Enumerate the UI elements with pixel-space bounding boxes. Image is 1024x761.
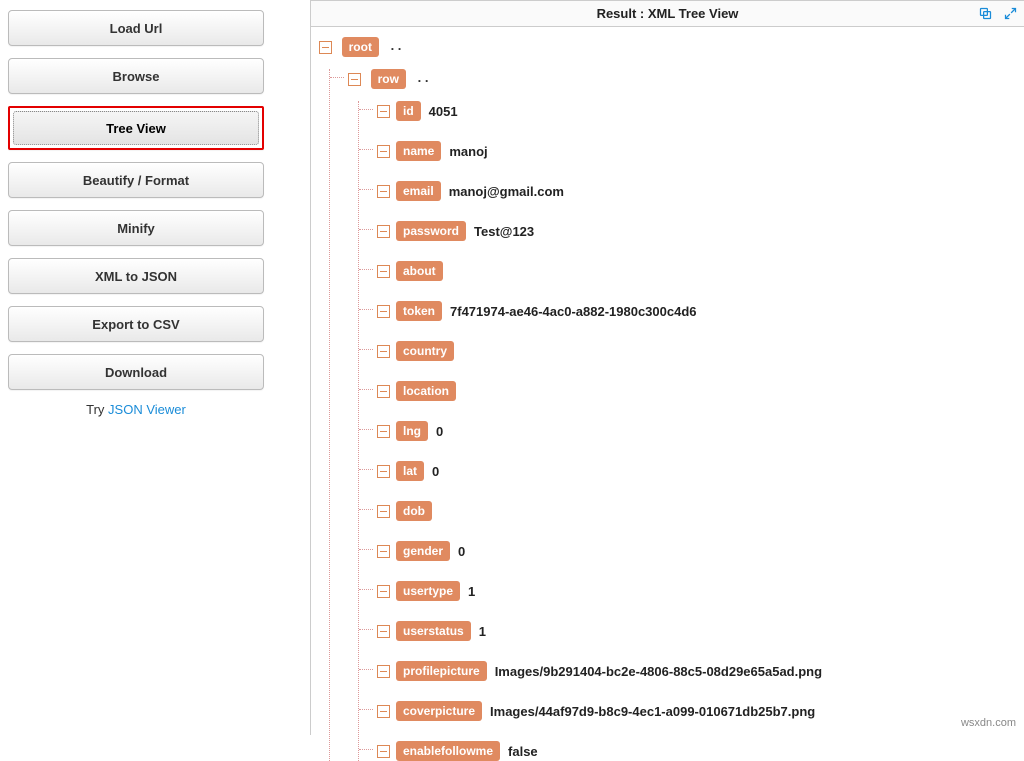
load-url-button[interactable]: Load Url <box>8 10 264 46</box>
tag-userstatus: userstatus <box>396 621 471 641</box>
tag-country: country <box>396 341 454 361</box>
watermark: wsxdn.com <box>961 717 1016 729</box>
tag-enablefollowme: enablefollowme <box>396 741 500 761</box>
tree-field-node: userstatus 1 <box>377 621 1024 641</box>
toggle-icon[interactable] <box>377 385 390 398</box>
tree-field-node: password Test@123 <box>377 221 1024 241</box>
expand-icon[interactable] <box>1003 6 1018 21</box>
toggle-icon[interactable] <box>377 105 390 118</box>
tree-field-node: lng 0 <box>377 421 1024 441</box>
ellipsis: . . <box>391 38 402 53</box>
tag-coverpicture: coverpicture <box>396 701 482 721</box>
export-to-csv-button[interactable]: Export to CSV <box>8 306 264 342</box>
try-json-viewer: Try JSON Viewer <box>8 402 264 417</box>
minify-button[interactable]: Minify <box>8 210 264 246</box>
tree-field-node: dob <box>377 501 1024 521</box>
tag-about: about <box>396 261 443 281</box>
sidebar: Load Url Browse Tree View Beautify / For… <box>8 10 264 417</box>
toggle-icon[interactable] <box>377 225 390 238</box>
tree-field-node: gender 0 <box>377 541 1024 561</box>
tree-field-node: profilepicture Images/9b291404-bc2e-4806-… <box>377 661 1024 681</box>
tag-email: email <box>396 181 441 201</box>
value-usertype: 1 <box>468 584 475 599</box>
value-lng: 0 <box>436 424 443 439</box>
tag-usertype: usertype <box>396 581 460 601</box>
xml-tree: root . . row . . id 4051 name manoj email man… <box>311 27 1024 761</box>
json-viewer-link[interactable]: JSON Viewer <box>108 402 186 417</box>
tree-view-button[interactable]: Tree View <box>13 111 259 145</box>
value-name: manoj <box>449 144 487 159</box>
value-coverpicture: Images/44af97d9-b8c9-4ec1-a099-010671db2… <box>490 704 815 719</box>
tree-field-node: country <box>377 341 1024 361</box>
value-password: Test@123 <box>474 224 534 239</box>
tag-token: token <box>396 301 442 321</box>
tag-dob: dob <box>396 501 432 521</box>
tree-field-node: coverpicture Images/44af97d9-b8c9-4ec1-a0… <box>377 701 1024 721</box>
value-email: manoj@gmail.com <box>449 184 564 199</box>
result-title: Result : XML Tree View <box>597 6 739 21</box>
toggle-icon[interactable] <box>377 745 390 758</box>
tag-password: password <box>396 221 466 241</box>
toggle-icon[interactable] <box>377 625 390 638</box>
toggle-icon[interactable] <box>377 705 390 718</box>
value-lat: 0 <box>432 464 439 479</box>
toggle-icon[interactable] <box>377 345 390 358</box>
tag-lat: lat <box>396 461 424 481</box>
toggle-icon[interactable] <box>348 73 361 86</box>
value-userstatus: 1 <box>479 624 486 639</box>
tree-field-node: location <box>377 381 1024 401</box>
tag-location: location <box>396 381 456 401</box>
tree-field-node: about <box>377 261 1024 281</box>
tree-root-node: root . . row . . id 4051 name manoj email man… <box>319 37 1024 761</box>
toggle-icon[interactable] <box>319 41 332 54</box>
tag-id: id <box>396 101 421 121</box>
value-token: 7f471974-ae46-4ac0-a882-1980c300c4d6 <box>450 304 697 319</box>
result-header: Result : XML Tree View <box>311 1 1024 27</box>
toggle-icon[interactable] <box>377 305 390 318</box>
tag-row: row <box>371 69 406 89</box>
toggle-icon[interactable] <box>377 585 390 598</box>
tag-root: root <box>342 37 379 57</box>
tag-name: name <box>396 141 441 161</box>
tree-field-node: id 4051 <box>377 101 1024 121</box>
toggle-icon[interactable] <box>377 265 390 278</box>
tree-field-node: lat 0 <box>377 461 1024 481</box>
tag-gender: gender <box>396 541 450 561</box>
tree-field-node: enablefollowme false <box>377 741 1024 761</box>
value-enablefollowme: false <box>508 744 538 759</box>
browse-button[interactable]: Browse <box>8 58 264 94</box>
result-panel: Result : XML Tree View root . . row . . … <box>310 0 1024 735</box>
download-button[interactable]: Download <box>8 354 264 390</box>
toggle-icon[interactable] <box>377 545 390 558</box>
tree-field-node: name manoj <box>377 141 1024 161</box>
toggle-icon[interactable] <box>377 505 390 518</box>
value-profilepicture: Images/9b291404-bc2e-4806-88c5-08d29e65a… <box>495 664 822 679</box>
tree-row-node: row . . id 4051 name manoj email manoj@gmail.… <box>348 69 1024 761</box>
ellipsis: . . <box>418 70 429 85</box>
copy-icon[interactable] <box>978 6 993 21</box>
toggle-icon[interactable] <box>377 185 390 198</box>
tree-field-node: token 7f471974-ae46-4ac0-a882-1980c300c4d… <box>377 301 1024 321</box>
toggle-icon[interactable] <box>377 145 390 158</box>
tag-profilepicture: profilepicture <box>396 661 487 681</box>
toggle-icon[interactable] <box>377 425 390 438</box>
tree-field-node: email manoj@gmail.com <box>377 181 1024 201</box>
value-gender: 0 <box>458 544 465 559</box>
header-icons <box>978 1 1018 26</box>
toggle-icon[interactable] <box>377 465 390 478</box>
beautify-format-button[interactable]: Beautify / Format <box>8 162 264 198</box>
xml-to-json-button[interactable]: XML to JSON <box>8 258 264 294</box>
tree-field-node: usertype 1 <box>377 581 1024 601</box>
tag-lng: lng <box>396 421 428 441</box>
toggle-icon[interactable] <box>377 665 390 678</box>
tree-view-button-selected[interactable]: Tree View <box>8 106 264 150</box>
value-id: 4051 <box>429 104 458 119</box>
